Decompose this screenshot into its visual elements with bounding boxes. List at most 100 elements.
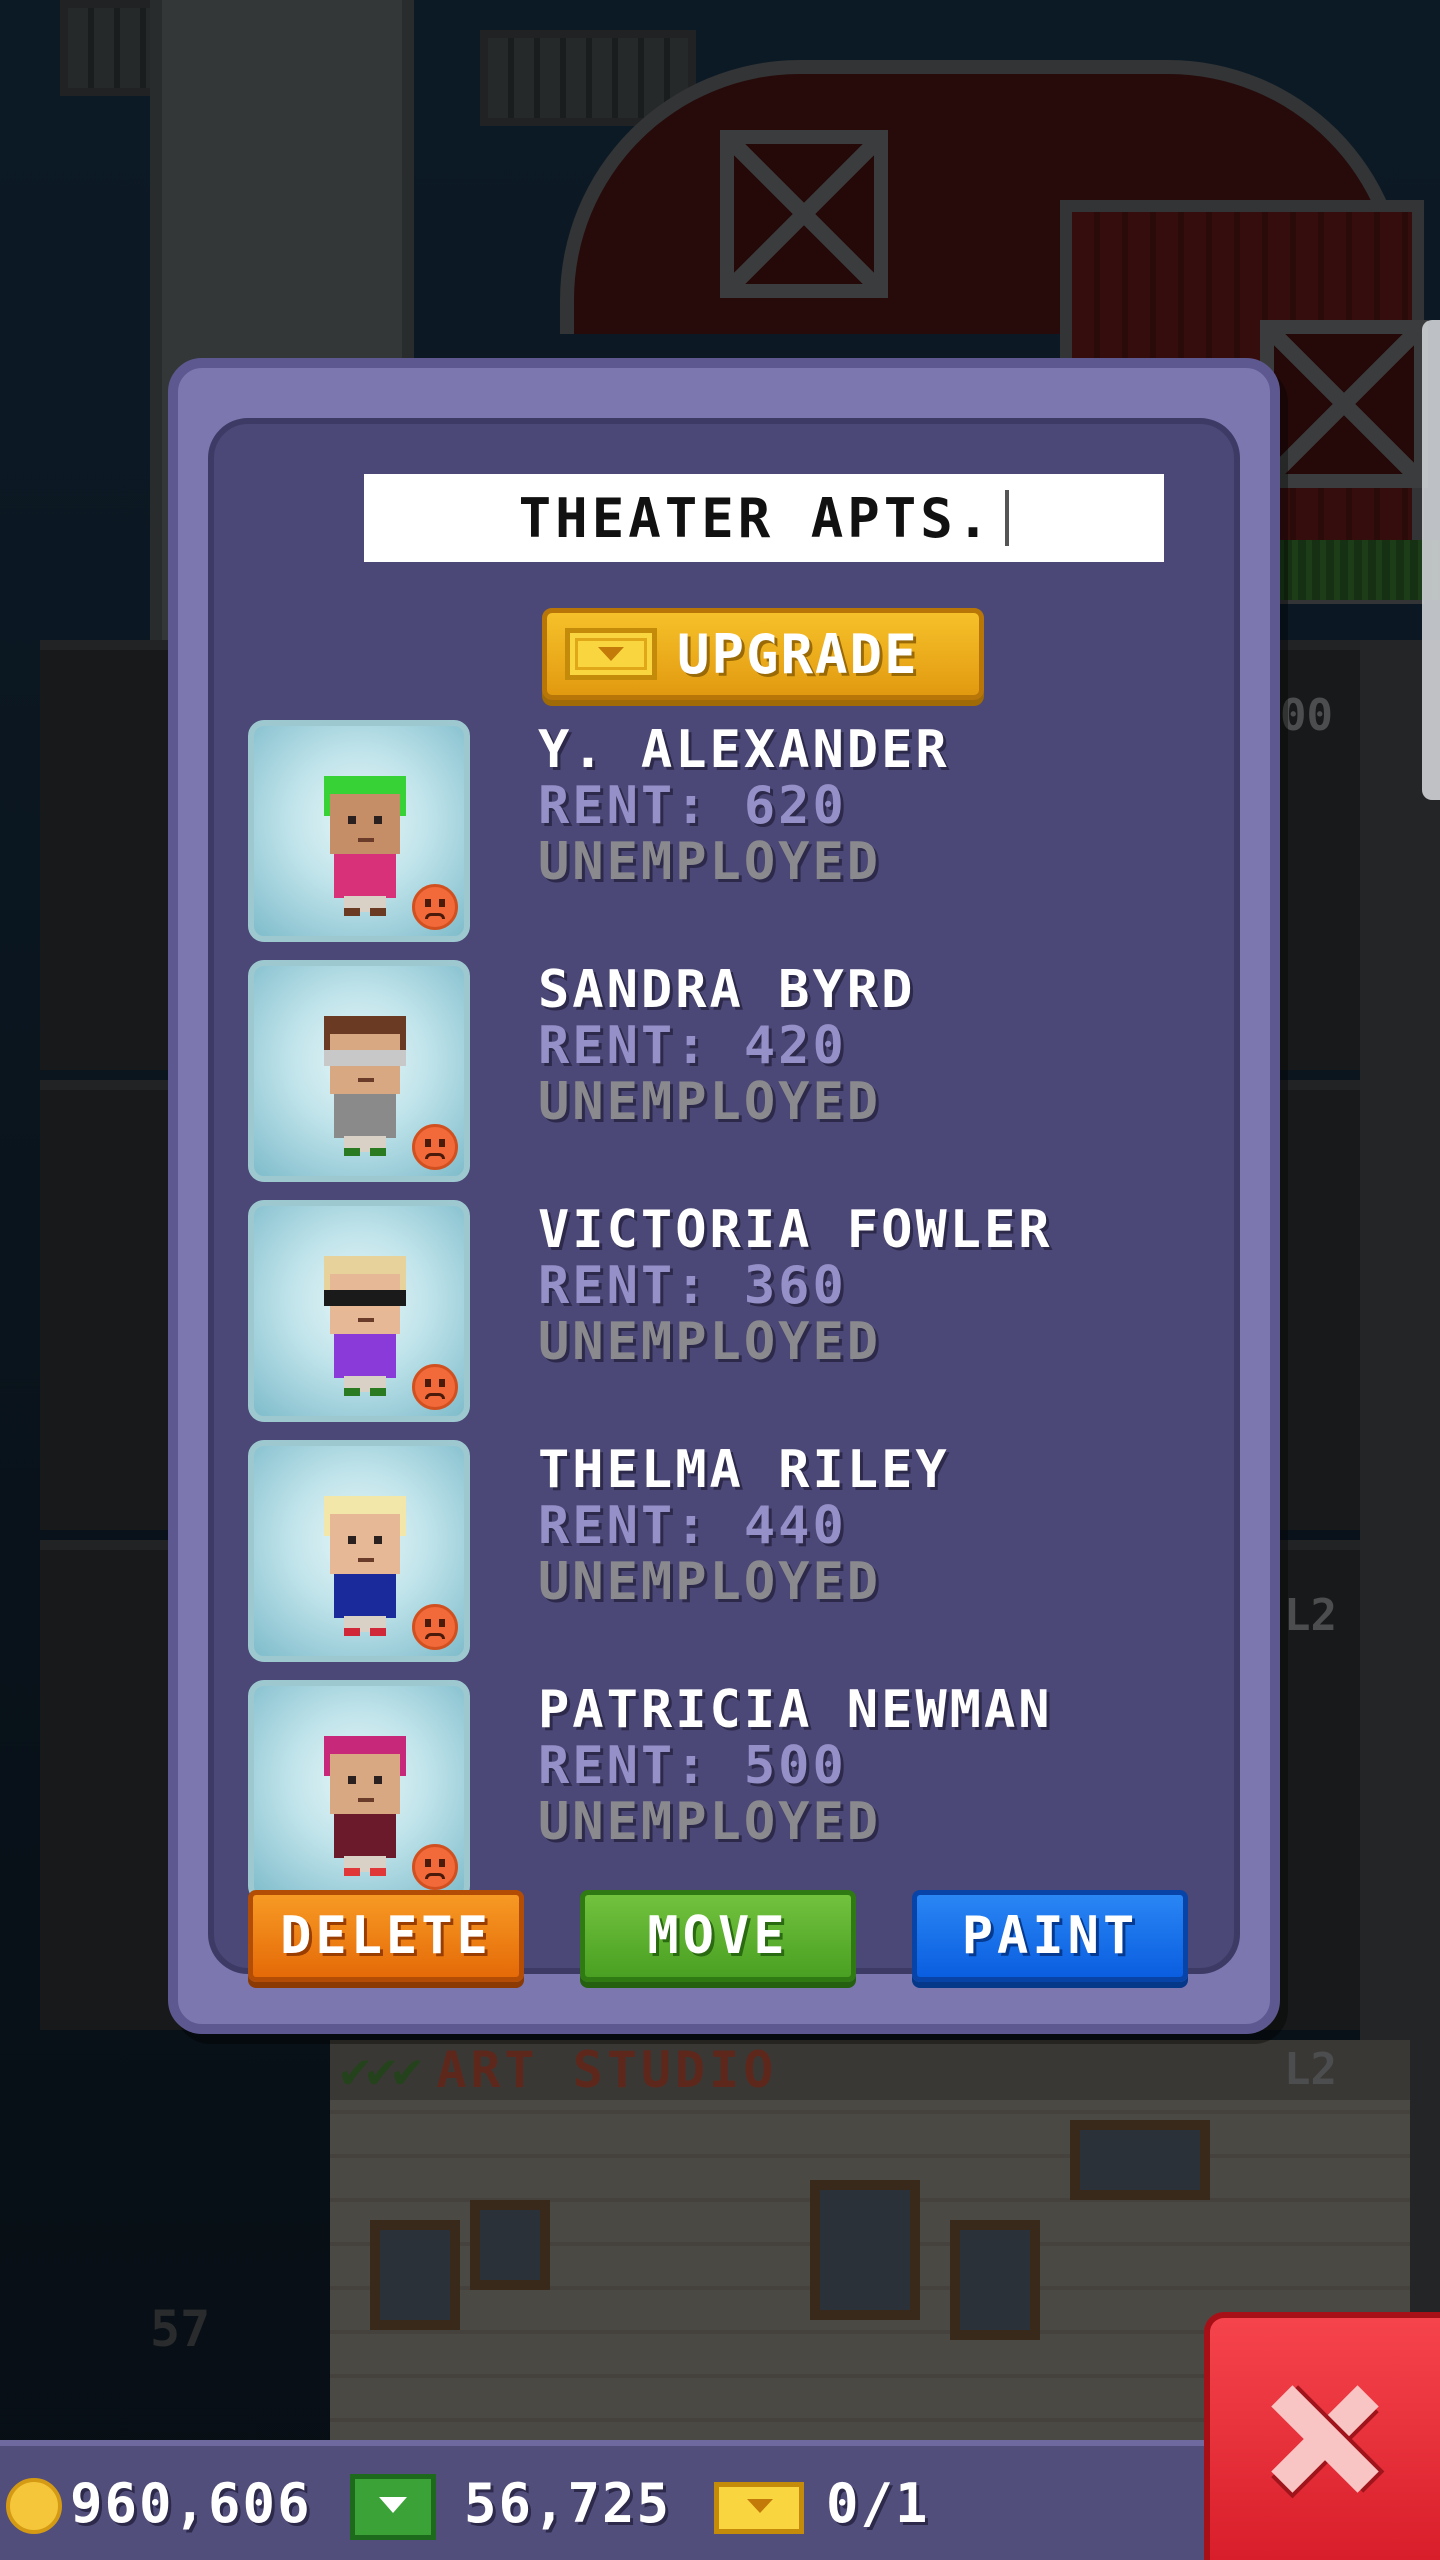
avatar-glasses: [324, 1290, 406, 1306]
avatar-shirt: [334, 1814, 396, 1858]
avatar-mouth: [358, 1798, 374, 1802]
game-screen: 00 L2 ✔✔✔ ART STUDIO L2 57 THEATER APTS.: [0, 0, 1440, 2560]
resident-rent: RENT: 420: [538, 1016, 847, 1076]
avatar-eye: [374, 1536, 382, 1544]
floor-level-tag: L2: [1284, 1590, 1337, 1641]
check-icons: ✔✔✔: [340, 2041, 422, 2099]
avatar-shoe: [344, 1148, 360, 1156]
grass: [1270, 540, 1440, 600]
upgrade-button[interactable]: UPGRADE: [542, 608, 984, 700]
resident-rent: RENT: 440: [538, 1496, 847, 1556]
scrollbar[interactable]: [1422, 320, 1440, 800]
resident-info: PATRICIA NEWMAN RENT: 500 UNEMPLOYED: [538, 1682, 1053, 1850]
bux-amount: 56,725: [464, 2472, 672, 2535]
resident-name: PATRICIA NEWMAN: [538, 1680, 1053, 1740]
avatar-shoe: [344, 908, 360, 916]
resident-portrait[interactable]: [248, 720, 470, 942]
avatar-mouth: [358, 1318, 374, 1322]
resident-row[interactable]: VICTORIA FOWLER RENT: 360 UNEMPLOYED: [248, 1200, 1218, 1440]
avatar-shoe: [370, 1388, 386, 1396]
resident-row[interactable]: Y. ALEXANDER RENT: 620 UNEMPLOYED: [248, 720, 1218, 960]
resident-job: UNEMPLOYED: [538, 832, 882, 892]
golden-ticket-icon: [714, 2482, 804, 2534]
sad-face-icon: [412, 1364, 458, 1410]
resident-list: Y. ALEXANDER RENT: 620 UNEMPLOYED SANDRA…: [248, 720, 1218, 1920]
avatar-head: [330, 1514, 400, 1574]
sad-face-icon: [412, 1604, 458, 1650]
resident-portrait[interactable]: [248, 960, 470, 1182]
resident-portrait[interactable]: [248, 1440, 470, 1662]
tower-bux-icon: [350, 2474, 436, 2540]
paint-button[interactable]: PAINT: [912, 1890, 1188, 1982]
apartment-dialog: THEATER APTS. UPGRADE Y. ALEXANDER RENT:…: [168, 358, 1280, 2034]
avatar-shoe: [344, 1868, 360, 1876]
text-caret: [1005, 490, 1010, 546]
resident-avatar: [320, 1496, 410, 1636]
painting: [370, 2220, 460, 2330]
floor-number-partial: 00: [1280, 690, 1333, 741]
resident-job: UNEMPLOYED: [538, 1072, 882, 1132]
avatar-eye: [348, 1776, 356, 1784]
avatar-shoe: [370, 1868, 386, 1876]
resident-name: VICTORIA FOWLER: [538, 1200, 1053, 1260]
avatar-shirt: [334, 1094, 396, 1138]
painting: [470, 2200, 550, 2290]
dialog-body: THEATER APTS. UPGRADE Y. ALEXANDER RENT:…: [208, 418, 1240, 1982]
currency-bar: 960,606 56,725 0/1: [0, 2440, 1204, 2560]
close-button[interactable]: [1204, 2312, 1440, 2560]
resident-avatar: [320, 776, 410, 916]
room-name-input[interactable]: THEATER APTS.: [364, 474, 1164, 562]
resident-avatar: [320, 1256, 410, 1396]
resident-job: UNEMPLOYED: [538, 1792, 882, 1852]
avatar-mouth: [358, 1558, 374, 1562]
sad-face-icon: [412, 1844, 458, 1890]
delete-button[interactable]: DELETE: [248, 1890, 524, 1982]
down-arrow-icon: [598, 647, 624, 661]
resident-row[interactable]: THELMA RILEY RENT: 440 UNEMPLOYED: [248, 1440, 1218, 1680]
barn-window: [1260, 320, 1428, 488]
resident-rent: RENT: 500: [538, 1736, 847, 1796]
resident-portrait[interactable]: [248, 1200, 470, 1422]
tickets-amount: 0/1: [826, 2472, 930, 2535]
avatar-shoe: [370, 1628, 386, 1636]
avatar-eye: [374, 1776, 382, 1784]
floor-number: 57: [150, 2300, 211, 2358]
floor-name: ART STUDIO: [436, 2041, 778, 2099]
avatar-head: [330, 794, 400, 854]
action-buttons: DELETE MOVE PAINT: [248, 1890, 1218, 1986]
avatar-eye: [374, 816, 382, 824]
resident-name: SANDRA BYRD: [538, 960, 916, 1020]
resident-info: SANDRA BYRD RENT: 420 UNEMPLOYED: [538, 962, 915, 1130]
painting: [810, 2180, 920, 2320]
resident-name: Y. ALEXANDER: [538, 720, 950, 780]
painting: [950, 2220, 1040, 2340]
resident-info: VICTORIA FOWLER RENT: 360 UNEMPLOYED: [538, 1202, 1053, 1370]
avatar-mouth: [358, 1078, 374, 1082]
resident-job: UNEMPLOYED: [538, 1312, 882, 1372]
painting: [1070, 2120, 1210, 2200]
avatar-eye: [348, 816, 356, 824]
move-button[interactable]: MOVE: [580, 1890, 856, 1982]
avatar-shirt: [334, 1334, 396, 1378]
resident-row[interactable]: PATRICIA NEWMAN RENT: 500 UNEMPLOYED: [248, 1680, 1218, 1920]
room-name-value: THEATER APTS.: [518, 486, 994, 550]
resident-avatar: [320, 1736, 410, 1876]
resident-avatar: [320, 1016, 410, 1156]
avatar-shoe: [344, 1628, 360, 1636]
avatar-shirt: [334, 854, 396, 898]
resident-name: THELMA RILEY: [538, 1440, 950, 1500]
gold-coin-icon: [6, 2478, 62, 2534]
resident-job: UNEMPLOYED: [538, 1552, 882, 1612]
avatar-shoe: [344, 1388, 360, 1396]
close-x-icon: [1270, 2384, 1380, 2494]
sad-face-icon: [412, 884, 458, 930]
avatar-head: [330, 1754, 400, 1814]
avatar-eye: [348, 1536, 356, 1544]
resident-rent: RENT: 360: [538, 1256, 847, 1316]
resident-portrait[interactable]: [248, 1680, 470, 1902]
resident-info: THELMA RILEY RENT: 440 UNEMPLOYED: [538, 1442, 950, 1610]
avatar-glasses: [324, 1050, 406, 1066]
resident-row[interactable]: SANDRA BYRD RENT: 420 UNEMPLOYED: [248, 960, 1218, 1200]
floor-label: ✔✔✔ ART STUDIO: [340, 2040, 1400, 2100]
avatar-shirt: [334, 1574, 396, 1618]
